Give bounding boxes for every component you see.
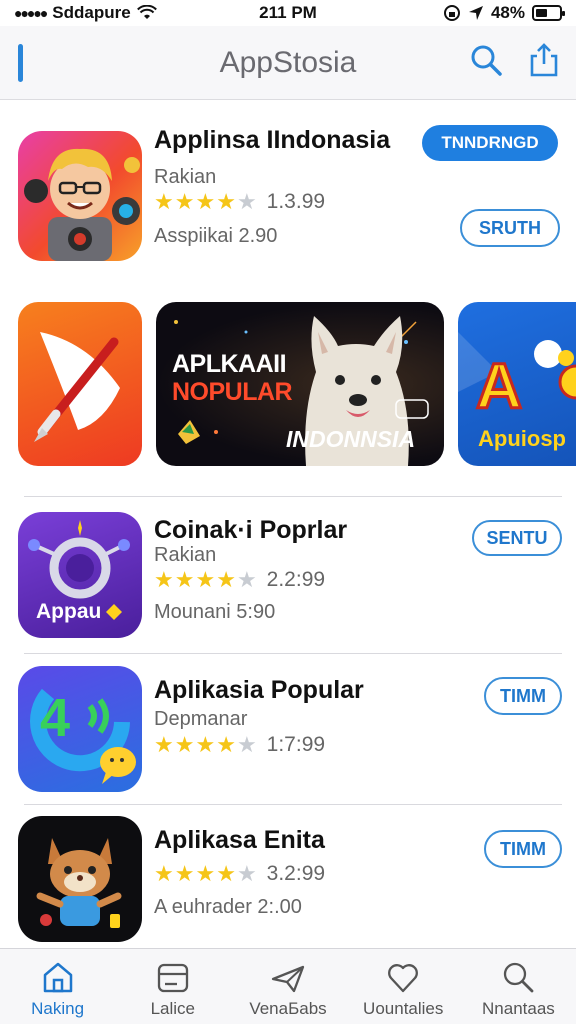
signal-dots-icon: ●●●●● [14,5,48,21]
star-filled-icon: ★ [195,189,216,214]
star-empty-icon: ★ [236,189,257,214]
featured-app-title[interactable]: Applinsa IIndonasia [154,126,390,155]
star-empty-icon: ★ [236,732,257,757]
app-icon[interactable]: Appau [18,512,142,638]
nav-header: AppStosia [0,26,576,100]
divider [24,496,562,497]
star-filled-icon: ★ [154,732,174,757]
wallet-icon [157,963,188,993]
get-button[interactable]: TIMM [484,830,562,868]
tab-bar: Naking Lalice VenaБabs Uountalies Nnanta… [0,948,576,1024]
tab-lalice[interactable]: Lalice [115,949,230,1024]
search-icon[interactable] [468,42,504,78]
rating-value: 3.2:99 [266,862,326,885]
tab-nnantaas[interactable]: Nnantaas [461,949,576,1024]
star-filled-icon: ★ [216,861,236,886]
featured-app-rating: ★ ★ ★ ★ ★ 1.3.99 [154,190,325,214]
wifi-icon [136,5,157,19]
rotation-lock-icon [443,5,460,21]
app-icon-label: 4 [40,688,70,748]
game-tile-title: Apuiosp [478,426,566,451]
app-price: Mounani 5:90 [154,601,276,623]
star-filled-icon: ★ [195,567,216,592]
rating-value: 1.3.99 [266,190,326,213]
app-category: Rakian [154,544,217,566]
app-title[interactable]: Aplikasa Enita [154,826,325,855]
divider [24,804,562,805]
tab-naking[interactable]: Naking [0,949,115,1024]
star-filled-icon: ★ [154,189,174,214]
app-title[interactable]: Aplikasia Popular [154,676,364,705]
search-icon [504,962,534,993]
tab-label: Uountalies [363,999,444,1018]
tab-venababs[interactable]: VenaБabs [230,949,345,1024]
star-rating: ★ ★ ★ ★ ★ [154,191,257,213]
star-filled-icon: ★ [216,567,236,592]
get-button[interactable]: SENTU [472,520,562,556]
rating-value: 1:7:99 [266,733,326,756]
game-app-tile[interactable]: A Apuiosp [458,302,576,466]
star-filled-icon: ★ [174,732,195,757]
home-icon [43,962,72,993]
star-filled-icon: ★ [154,567,174,592]
svg-text:A: A [476,350,522,422]
star-filled-icon: ★ [216,732,236,757]
tab-label: Lalice [150,999,196,1018]
featured-app-category: Rakian [154,166,217,188]
battery-percent: 48% [490,3,525,22]
location-arrow-icon [468,6,483,20]
star-rating: ★ ★ ★ ★ ★ [154,734,257,756]
star-rating: ★ ★ ★ ★ ★ [154,569,257,591]
tab-label: VenaБabs [249,999,327,1018]
banner-headline-line1: APLKAAII [172,350,287,378]
star-rating: ★ ★ ★ ★ ★ [154,863,257,885]
star-filled-icon: ★ [216,189,236,214]
star-empty-icon: ★ [236,861,257,886]
get-button[interactable]: TIMM [484,677,562,715]
app-price: A euhrader 2:.00 [154,896,302,918]
tab-label: Naking [31,999,85,1018]
pen-app-tile[interactable] [18,302,142,466]
featured-app-price: Asspiikai 2.90 [154,225,278,247]
status-bar: ●●●●● Sddapure 211 PM 48% [0,0,576,26]
featured-app-icon[interactable] [18,131,142,261]
battery-icon [532,5,565,21]
carrier-name: Sddapure [52,3,131,22]
star-filled-icon: ★ [174,189,195,214]
app-rating: ★ ★ ★ ★ ★ 2.2:99 [154,568,325,592]
tab-uountalies[interactable]: Uountalies [346,949,461,1024]
rating-value: 2.2:99 [266,568,326,591]
featured-secondary-button[interactable]: SRUTH [460,209,560,247]
divider [24,653,562,654]
promo-banner[interactable]: APLKAAII NOPULAR INDONNSIA [156,302,444,466]
app-icon-label: Appau [36,600,102,623]
app-title[interactable]: Coinak·i Poprlar [154,516,347,545]
star-filled-icon: ★ [195,861,216,886]
share-icon[interactable] [526,42,562,78]
star-filled-icon: ★ [195,732,216,757]
star-filled-icon: ★ [174,567,195,592]
tab-label: Nnantaas [482,999,555,1018]
heart-icon [388,964,419,993]
battery-level [536,9,547,17]
app-rating: ★ ★ ★ ★ ★ 1:7:99 [154,733,325,757]
app-icon[interactable]: 4 [18,666,142,792]
banner-headline-line2: NOPULAR [172,378,293,406]
back-bar-icon[interactable] [18,44,23,82]
star-empty-icon: ★ [236,567,257,592]
star-filled-icon: ★ [154,861,174,886]
star-filled-icon: ★ [174,861,195,886]
banner-caption: INDONNSIA [286,426,416,452]
app-icon[interactable] [18,816,142,942]
app-rating: ★ ★ ★ ★ ★ 3.2:99 [154,862,325,886]
featured-primary-button[interactable]: TNNDRNGD [422,125,558,161]
paper-plane-icon [271,965,305,993]
app-category: Depmanar [154,708,248,730]
